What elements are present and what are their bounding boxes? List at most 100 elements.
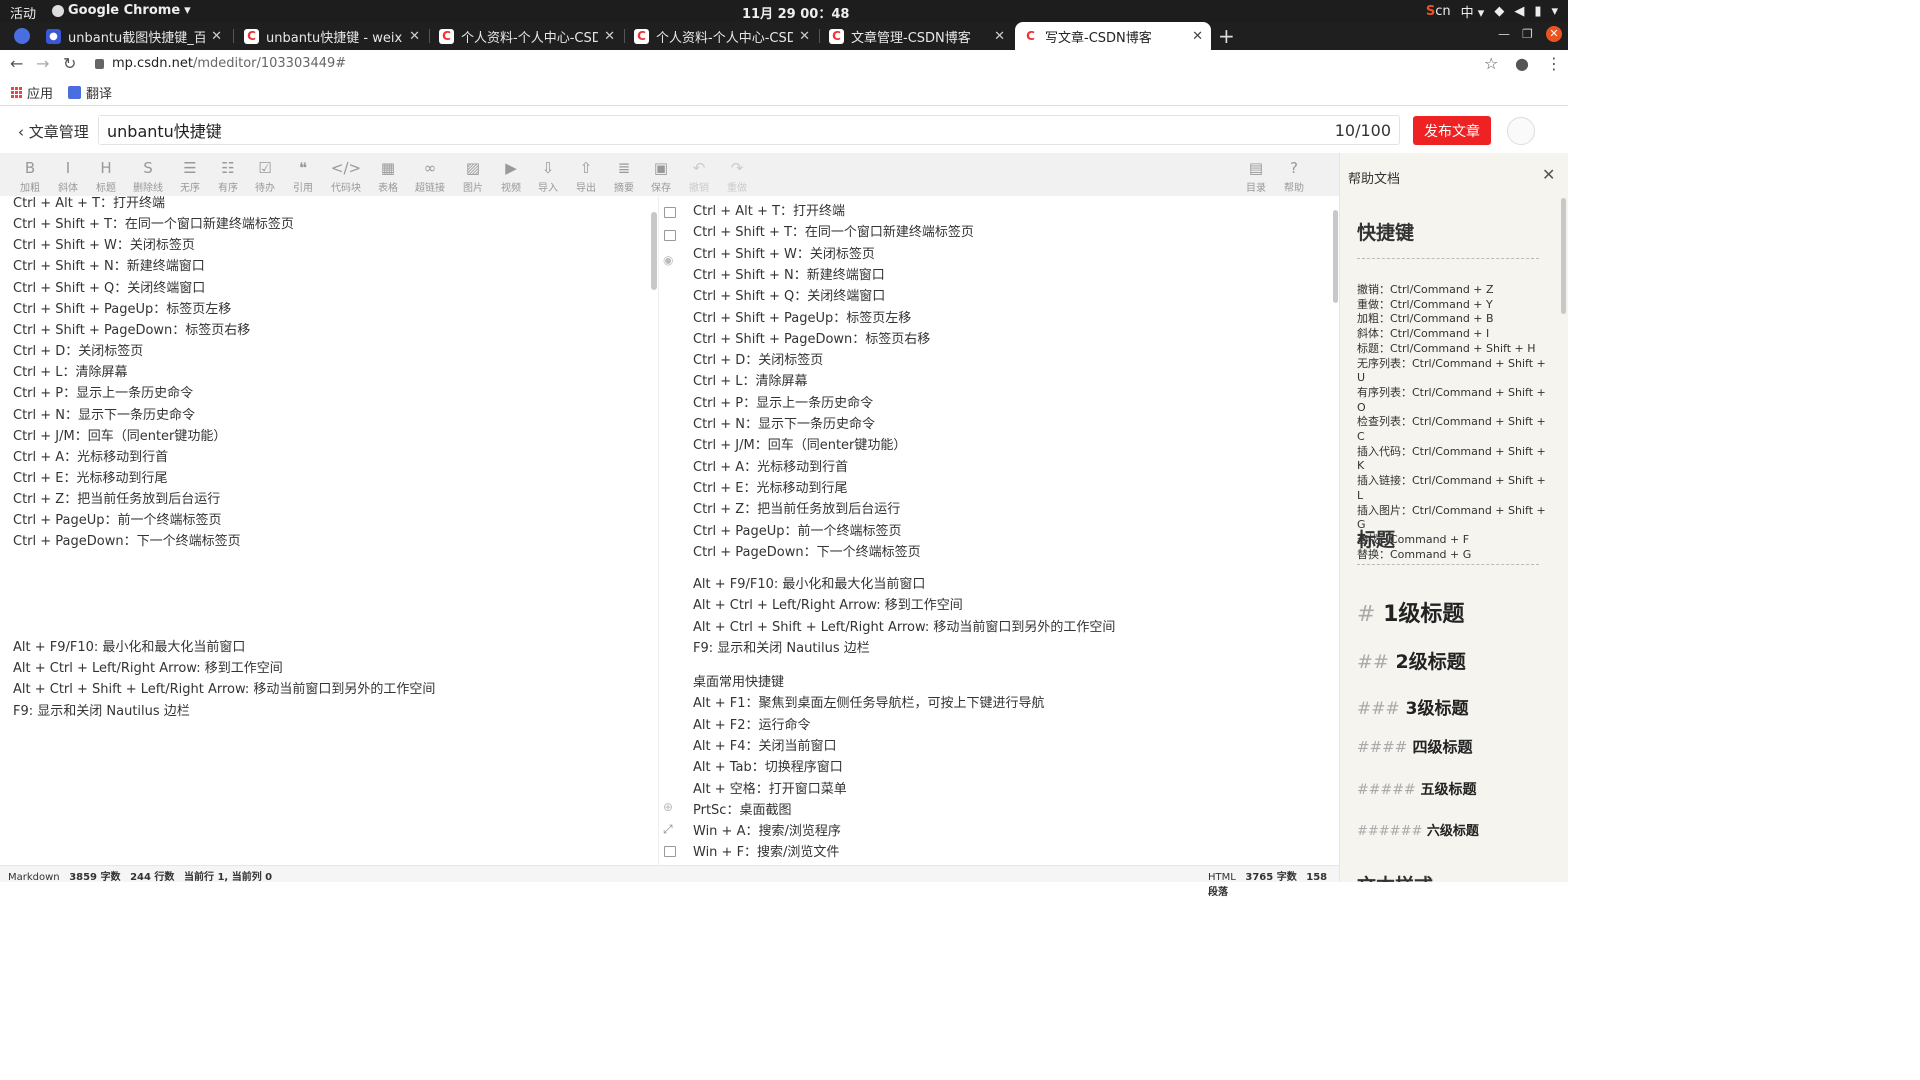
headings-heading: 标题 <box>1357 529 1396 551</box>
bookmark-apps[interactable]: 应用 <box>11 83 53 102</box>
toolbar-button-redo[interactable]: ↷ 重做 <box>720 158 754 194</box>
editor-line: Ctrl + Shift + W：关闭标签页 <box>13 238 195 254</box>
toolbar-button-code-block[interactable]: </> 代码块 <box>329 158 363 194</box>
toolbar-button-save[interactable]: ▣ 保存 <box>644 158 678 194</box>
window-close-button[interactable]: ✕ <box>1546 26 1562 42</box>
account-icon[interactable]: ● <box>1515 54 1529 73</box>
redo-icon: ↷ <box>730 159 744 177</box>
profile-shield-icon[interactable] <box>14 28 30 44</box>
hash-marks: ### <box>1357 699 1400 719</box>
toolbar-button-strikethrough[interactable]: S 删除线 <box>131 158 165 194</box>
back-arrow-icon[interactable]: ← <box>10 54 23 73</box>
caret-down-icon: ▾ <box>184 3 191 18</box>
toolbar-button-quote[interactable]: ❝ 引用 <box>286 158 320 194</box>
more-menu-icon[interactable]: ⋮ <box>1546 54 1562 73</box>
toolbar-button-import[interactable]: ⇩ 导入 <box>531 158 565 194</box>
toolbar-button-toc[interactable]: ▤ 目录 <box>1239 158 1273 194</box>
tab-4[interactable]: C 个人资料-个人中心-CSDN ✕ <box>626 22 818 50</box>
toolbar-button-heading[interactable]: H 标题 <box>89 158 123 194</box>
maximize-icon[interactable]: ❐ <box>1522 27 1533 41</box>
heading-text: 五级标题 <box>1420 782 1477 798</box>
shortcut-item: 重做：Ctrl/Command + Y <box>1357 297 1493 311</box>
input-method-indicator[interactable]: Scn <box>1426 4 1451 19</box>
preview-line: Ctrl + Shift + PageUp：标签页左移 <box>693 310 912 326</box>
close-tab-icon[interactable]: ✕ <box>799 29 810 44</box>
tab-1[interactable]: ● unbantu截图快捷键_百度 ✕ <box>38 22 230 50</box>
heading-example-4: #### 四级标题 <box>1357 736 1473 757</box>
minimize-icon[interactable]: — <box>1498 27 1510 41</box>
editor-line: Ctrl + Z：把当前任务放到后台运行 <box>13 492 221 508</box>
activities-button[interactable]: 活动 <box>10 3 36 22</box>
forward-arrow-icon[interactable]: → <box>36 54 49 73</box>
editor-line: Alt + F9/F10: 最小化和最大化当前窗口 <box>13 640 246 656</box>
toolbar-label: 保存 <box>651 183 671 194</box>
preview-line: Ctrl + PageUp：前一个终端标签页 <box>693 523 902 539</box>
preview-line: Alt + 空格：打开窗口菜单 <box>693 781 847 797</box>
close-tab-icon[interactable]: ✕ <box>409 29 420 44</box>
translate-icon <box>68 86 81 99</box>
preview-scrollbar[interactable] <box>1333 210 1338 303</box>
url-field[interactable]: mp.csdn.net/mdeditor/103303449# <box>95 56 346 71</box>
preview-line: Ctrl + Shift + W：关闭标签页 <box>693 246 875 262</box>
preview-line: 桌面常用快捷键 <box>693 675 785 690</box>
toolbar-button-todo-list[interactable]: ☑ 待办 <box>248 158 282 194</box>
bookmark-translate[interactable]: 翻译 <box>68 83 112 102</box>
toolbar-button-table[interactable]: ▦ 表格 <box>371 158 405 194</box>
editor-status: Markdown 3859 字数 244 行数 当前行 1, 当前列 0 <box>8 868 272 883</box>
close-tab-icon[interactable]: ✕ <box>1192 29 1203 44</box>
editor-line: Ctrl + Shift + N：新建终端窗口 <box>13 259 205 275</box>
close-tab-icon[interactable]: ✕ <box>994 29 1005 44</box>
heading-icon: H <box>100 159 112 177</box>
editor-line: Ctrl + L：清除屏幕 <box>13 365 128 381</box>
help-title: 帮助文档 <box>1348 172 1401 187</box>
tab-3[interactable]: C 个人资料-个人中心-CSDN ✕ <box>431 22 623 50</box>
help-scrollbar[interactable] <box>1561 198 1566 314</box>
new-tab-button[interactable]: + <box>1218 24 1235 48</box>
toolbar-button-help[interactable]: ? 帮助 <box>1277 158 1311 194</box>
preview-line: Ctrl + Shift + Q：关闭终端窗口 <box>693 289 886 305</box>
toolbar-button-video[interactable]: ▶ 视频 <box>494 158 528 194</box>
reload-icon[interactable]: ↻ <box>63 54 76 73</box>
toolbar-button-summary[interactable]: ≣ 摘要 <box>607 158 641 194</box>
preview-line: Alt + Ctrl + Shift + Left/Right Arrow: 移… <box>693 619 1116 635</box>
toolbar-button-undo[interactable]: ↶ 撤销 <box>682 158 716 194</box>
preview-line: Ctrl + Shift + N：新建终端窗口 <box>693 267 885 283</box>
tab-2[interactable]: C unbantu快捷键 - weixin_4 ✕ <box>236 22 428 50</box>
toolbar-button-image[interactable]: ▨ 图片 <box>456 158 490 194</box>
toolbar-button-italic[interactable]: I 斜体 <box>51 158 85 194</box>
toolbar-button-unordered-list[interactable]: ☰ 无序 <box>173 158 207 194</box>
chevron-left-icon: ‹ <box>18 123 24 141</box>
article-management-link[interactable]: ‹ 文章管理 <box>18 121 89 142</box>
toolbar-button-ordered-list[interactable]: ☷ 有序 <box>211 158 245 194</box>
tab-5[interactable]: C 文章管理-CSDN博客 ✕ <box>821 22 1013 50</box>
avatar[interactable] <box>1507 117 1535 145</box>
toolbar-button-bold[interactable]: B 加粗 <box>13 158 47 194</box>
toolbar-button-link[interactable]: ∞ 超链接 <box>413 158 447 194</box>
save-icon: ▣ <box>653 159 669 177</box>
editor-scrollbar[interactable] <box>651 212 657 290</box>
toolbar-button-export[interactable]: ⇧ 导出 <box>569 158 603 194</box>
close-tab-icon[interactable]: ✕ <box>604 29 615 44</box>
app-menu[interactable]: Google Chrome ▾ <box>52 3 191 18</box>
close-tab-icon[interactable]: ✕ <box>211 29 222 44</box>
close-icon[interactable]: ✕ <box>1542 165 1555 184</box>
hash-marks: # <box>1357 602 1376 627</box>
system-tray[interactable]: Scn 中 ▾ ◆ ◀ ▮ ▾ <box>1426 2 1558 21</box>
editor-line: Ctrl + P：显示上一条历史命令 <box>13 386 194 402</box>
volume-icon: ◀ <box>1514 4 1525 19</box>
chevron-down-icon[interactable]: ▾ <box>1551 4 1558 19</box>
markdown-editor[interactable]: Ctrl + Alt + T：打开终端 Ctrl + Shift + T：在同一个… <box>0 196 655 865</box>
editor-line: Alt + Ctrl + Left/Right Arrow: 移到工作空间 <box>13 661 283 677</box>
publish-button[interactable]: 发布文章 <box>1413 116 1491 145</box>
bookmark-star-icon[interactable]: ☆ <box>1484 54 1498 73</box>
article-title-input[interactable] <box>99 116 1279 144</box>
language-indicator[interactable]: 中 ▾ <box>1461 2 1485 21</box>
csdn-logo-icon: C <box>244 28 259 44</box>
undo-icon: ↶ <box>692 159 706 177</box>
clock[interactable]: 11月 29 00：48 <box>742 3 849 22</box>
shortcuts-heading: 快捷键 <box>1357 222 1415 244</box>
strikethrough-icon: S <box>143 159 153 177</box>
tab-active[interactable]: C 写文章-CSDN博客 ✕ <box>1015 22 1211 50</box>
toolbar-label: 待办 <box>255 183 275 194</box>
export-icon: ⇧ <box>579 159 593 177</box>
